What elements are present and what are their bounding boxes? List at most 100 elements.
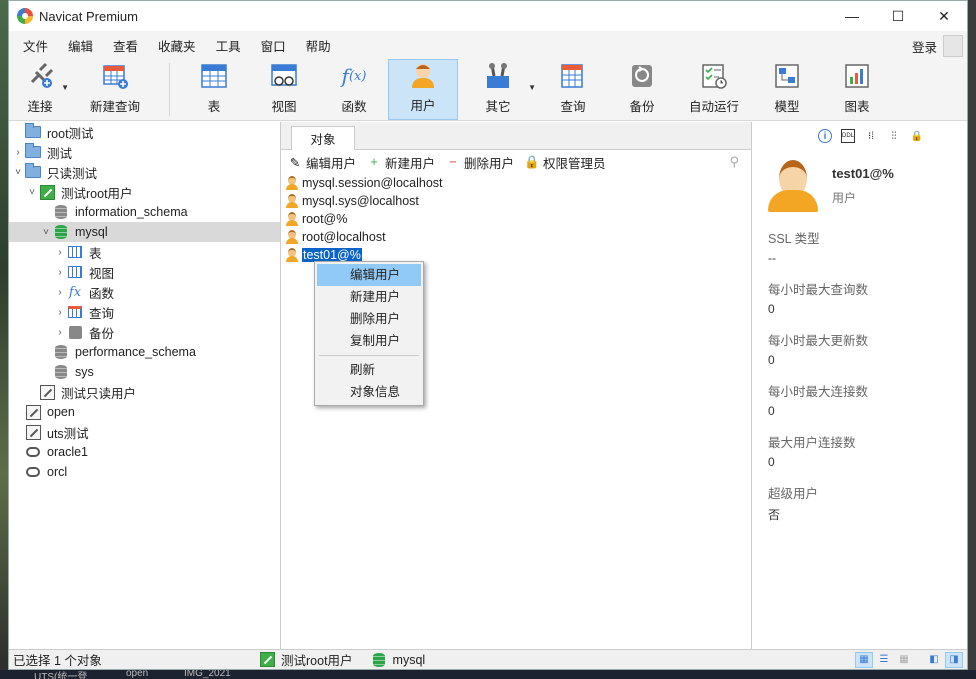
list-item-user[interactable]: mysql.sys@localhost (281, 192, 751, 210)
toolbar-other-button[interactable]: 其它 ▼ (458, 59, 538, 120)
table-icon (67, 244, 83, 260)
list-view-icon[interactable]: ▦ (855, 651, 873, 668)
connect-dropdown-icon[interactable]: ▼ (61, 83, 69, 92)
tree-item-connection-group[interactable]: ˅ 只读测试 (9, 162, 280, 182)
taskbar-item[interactable]: open (126, 670, 148, 679)
taskbar-item[interactable]: UTS(统一登 (34, 670, 87, 679)
database-icon (53, 224, 69, 240)
menu-view[interactable]: 查看 (103, 36, 148, 55)
ctx-edit-user[interactable]: 编辑用户 (317, 264, 421, 286)
user-avatar-icon (768, 158, 818, 214)
delete-user-icon: − (449, 155, 457, 169)
tree-item-connection[interactable]: 测试只读用户 (9, 382, 280, 402)
tree-item-database[interactable]: information_schema (9, 202, 280, 222)
taskbar-item[interactable]: IMG_2021 (184, 670, 231, 679)
chevron-right-icon[interactable]: › (53, 327, 67, 338)
tree-item-connection[interactable]: oracle1 (9, 442, 280, 462)
tree-item-functions[interactable]: › fx 函数 (9, 282, 280, 302)
search-icon[interactable]: ⚲ (729, 154, 739, 170)
menu-tools[interactable]: 工具 (206, 36, 251, 55)
menu-edit[interactable]: 编辑 (58, 36, 103, 55)
database-icon (53, 204, 69, 220)
other-dropdown-icon[interactable]: ▼ (528, 83, 536, 92)
backup-icon (628, 62, 656, 90)
new-user-button[interactable]: + 新建用户 (366, 153, 435, 172)
er-view-icon[interactable]: ▦ (895, 652, 913, 668)
account-avatar[interactable] (943, 35, 963, 57)
toolbar-schedule-button[interactable]: 自动运行 (676, 59, 752, 120)
toolbar-user-button[interactable]: 用户 (388, 59, 458, 120)
lock-icon[interactable]: 🔒 (910, 129, 924, 143)
tree-item-connection[interactable]: ˅ 测试root用户 (9, 182, 280, 202)
info-pane-toggle-icon[interactable]: ◨ (945, 651, 963, 668)
toolbar-new-query-button[interactable]: 新建查询 (71, 59, 159, 120)
tree-item-backups[interactable]: › 备份 (9, 322, 280, 342)
relations-icon[interactable]: ⫶⫶ (887, 129, 901, 143)
tree-item-connection[interactable]: orcl (9, 462, 280, 482)
toolbar-chart-button[interactable]: 图表 (822, 59, 892, 120)
ddl-icon[interactable]: DDL (841, 129, 855, 143)
ctx-object-info[interactable]: 对象信息 (317, 381, 421, 403)
object-action-bar: ✎ 编辑用户 + 新建用户 − 删除用户 🔒 权限管理员 ⚲ (281, 150, 751, 174)
menu-file[interactable]: 文件 (13, 36, 58, 55)
tree-item-label: information_schema (75, 205, 188, 219)
toolbar-view-button[interactable]: 视图 (248, 59, 320, 120)
ctx-refresh[interactable]: 刷新 (317, 359, 421, 381)
chevron-down-icon[interactable]: ˅ (25, 187, 39, 198)
edit-user-button[interactable]: ✎ 编辑用户 (287, 153, 356, 172)
toolbar-query-button[interactable]: 查询 (538, 59, 608, 120)
list-item-user[interactable]: root@localhost (281, 228, 751, 246)
list-item-user[interactable]: root@% (281, 210, 751, 228)
chevron-right-icon[interactable]: › (53, 287, 67, 298)
chevron-right-icon[interactable]: › (53, 247, 67, 258)
chevron-right-icon[interactable]: › (11, 147, 25, 158)
tree-item-queries[interactable]: › 查询 (9, 302, 280, 322)
chevron-down-icon[interactable]: ˅ (39, 227, 53, 238)
tab-objects[interactable]: 对象 (291, 126, 355, 150)
tree-item-connection-group[interactable]: › 测试 (9, 142, 280, 162)
ctx-separator (319, 355, 419, 356)
menu-help[interactable]: 帮助 (296, 36, 341, 55)
chevron-right-icon[interactable]: › (53, 267, 67, 278)
menu-window[interactable]: 窗口 (251, 36, 296, 55)
toolbar-backup-button[interactable]: 备份 (608, 59, 676, 120)
sidebar-toggle-icon[interactable]: ◧ (925, 652, 943, 668)
tree-item-connection[interactable]: uts测试 (9, 422, 280, 442)
user-icon (409, 61, 437, 89)
close-button[interactable]: ✕ (921, 1, 967, 31)
info-icon[interactable]: i (818, 129, 832, 143)
maximize-button[interactable]: ☐ (875, 1, 921, 31)
menu-favorites[interactable]: 收藏夹 (148, 36, 206, 55)
user-icon (285, 230, 299, 244)
dependencies-icon[interactable]: ⁝⁞ (864, 129, 878, 143)
tree-item-database[interactable]: ˅ mysql (9, 222, 280, 242)
tree-item-database[interactable]: performance_schema (9, 342, 280, 362)
delete-user-button[interactable]: − 删除用户 (445, 153, 514, 172)
toolbar-connect-button[interactable]: 连接 ▼ (9, 59, 71, 120)
prop-value: 0 (768, 455, 775, 469)
ctx-new-user[interactable]: 新建用户 (317, 286, 421, 308)
tree-item-views[interactable]: › 视图 (9, 262, 280, 282)
tree-item-connection-group[interactable]: root测试 (9, 122, 280, 142)
login-link[interactable]: 登录 (912, 37, 937, 56)
prop-value: 否 (768, 508, 781, 522)
model-icon (773, 62, 801, 90)
tree-item-database[interactable]: sys (9, 362, 280, 382)
privilege-manager-button[interactable]: 🔒 权限管理员 (524, 153, 605, 172)
ctx-copy-user[interactable]: 复制用户 (317, 330, 421, 352)
query-icon (67, 304, 83, 320)
tree-item-tables[interactable]: › 表 (9, 242, 280, 262)
minimize-button[interactable]: — (829, 1, 875, 31)
toolbar-model-button[interactable]: 模型 (752, 59, 822, 120)
oracle-connection-icon (25, 464, 41, 480)
ctx-delete-user[interactable]: 删除用户 (317, 308, 421, 330)
chevron-down-icon[interactable]: ˅ (11, 167, 25, 178)
plug-icon (26, 62, 54, 90)
list-item-user[interactable]: mysql.session@localhost (281, 174, 751, 192)
tree-item-label: uts测试 (47, 426, 89, 441)
toolbar-function-button[interactable]: f (x) 函数 (320, 59, 388, 120)
tree-item-connection[interactable]: open (9, 402, 280, 422)
toolbar-table-button[interactable]: 表 (180, 59, 248, 120)
detail-view-icon[interactable]: ☰ (875, 652, 893, 668)
chevron-right-icon[interactable]: › (53, 307, 67, 318)
